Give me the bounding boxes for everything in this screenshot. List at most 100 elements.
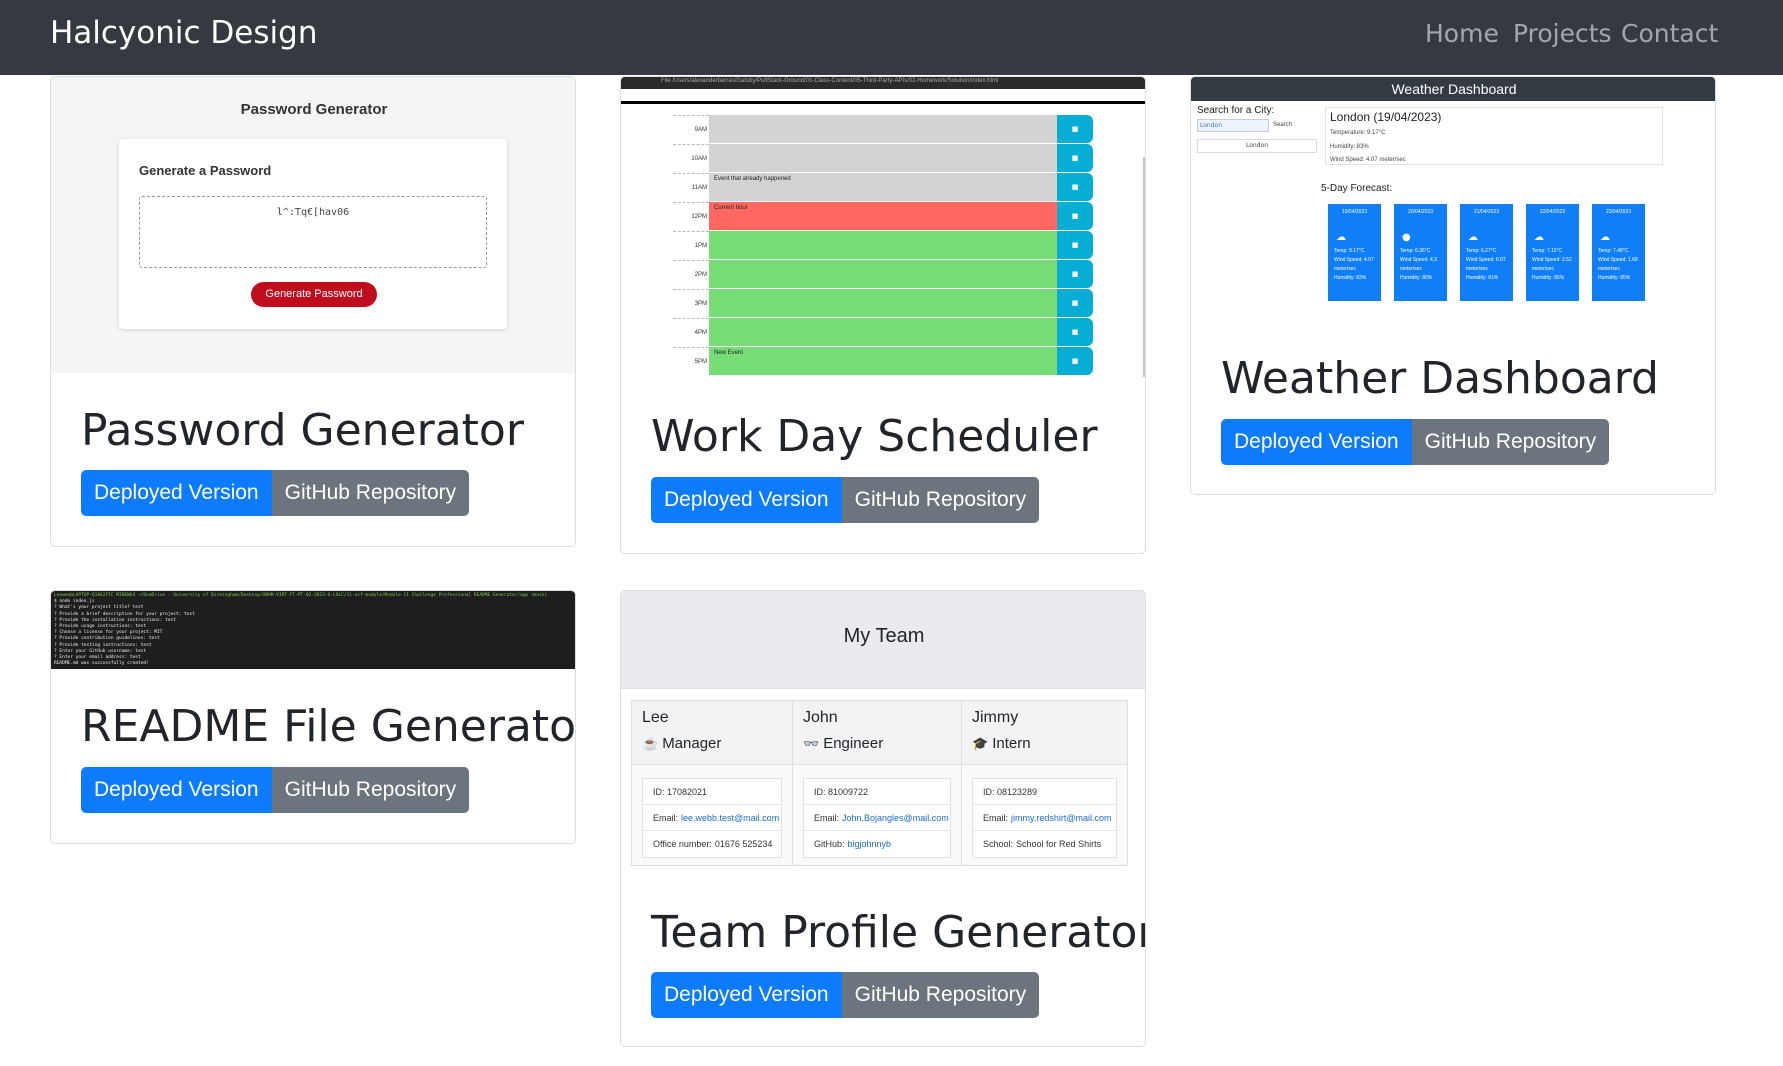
screenshot-forecast-date: 20/04/2023	[1407, 209, 1434, 215]
screenshot-event-text	[709, 318, 1057, 346]
github-repository-button[interactable]: GitHub Repository	[841, 972, 1040, 1018]
screenshot-forecast-card: 21/04/2023 ☁ Temp: 6.27°C Wind Speed: 6.07 …	[1460, 204, 1513, 301]
screenshot-terminal-line: ? Choose a license for your project: MIT	[54, 630, 163, 636]
screenshot-forecast-details: Temp: 7.11°C Wind Speed: 2.52 meter/sec Hu…	[1532, 247, 1576, 283]
screenshot-scrollbar	[1143, 157, 1145, 377]
screenshot-event-text	[709, 144, 1057, 172]
screenshot-email-link: jimmy.redshirt@mail.com	[1011, 813, 1112, 823]
screenshot-panel: Generate a Password l^:Tq€[hav06 Generat…	[119, 139, 507, 329]
screenshot-hour-label: 3PM	[673, 289, 709, 317]
screenshot-forecast-details: Temp: 9.17°C Wind Speed: 4.07 meter/sec Hu…	[1334, 247, 1378, 283]
screenshot-forecast-humidity: Humidity: 83%	[1334, 275, 1367, 281]
screenshot-member-email: Email: John.Bojangles@mail.com	[804, 805, 950, 831]
project-screenshot: Weather Dashboard Search for a City: Lon…	[1191, 77, 1715, 327]
screenshot-member-header: John 👓 Engineer	[793, 701, 961, 765]
screenshot-event-text	[709, 231, 1057, 259]
card-title: Team Profile Generator	[651, 907, 1146, 958]
screenshot-hour-label: 9AM	[673, 115, 709, 143]
screenshot-hour-label: 4PM	[673, 318, 709, 346]
screenshot-email-link: John.Bojangles@mail.com	[842, 813, 949, 823]
save-icon: ■	[1057, 115, 1093, 143]
screenshot-current-weather: London (19/04/2023) Temperature: 9.17°C …	[1325, 107, 1663, 165]
screenshot-terminal-line: ? Provide testing instructions: test	[54, 642, 152, 648]
screenshot-member-role-label: Intern	[992, 735, 1031, 752]
screenshot-member-role: 👓 Engineer	[803, 735, 883, 752]
screenshot-event-text: Current hour	[709, 202, 1057, 230]
deployed-version-button[interactable]: Deployed Version	[81, 767, 272, 813]
screenshot-member-name: Lee	[642, 709, 669, 726]
screenshot-hour-label: 5PM	[673, 347, 709, 375]
screenshot-hour-label: 11AM	[673, 173, 709, 201]
screenshot-forecast-humidity: Humidity: 81%	[1466, 275, 1499, 281]
nav-link-projects[interactable]: Projects	[1513, 19, 1612, 48]
screenshot-forecast-humidity: Humidity: 80%	[1400, 275, 1433, 281]
save-icon: ■	[1057, 260, 1093, 288]
screenshot-terminal-line: ? Enter your GitHub username: test	[54, 648, 147, 654]
screenshot-email-link: lee.webb.test@mail.com	[681, 813, 780, 823]
screenshot-divider	[621, 101, 1145, 104]
screenshot-hour-label: 1PM	[673, 231, 709, 259]
screenshot-hour-label: 10AM	[673, 144, 709, 172]
screenshot-member-card: John 👓 Engineer ID: 81009722 Email: John.Boja…	[792, 700, 962, 866]
screenshot-forecast-label: 5-Day Forecast:	[1321, 183, 1393, 194]
project-card-readme-generator: LeeweebLAPTOP-Q18A2FIC MINGW64 ~/OneDriv…	[50, 590, 576, 844]
screenshot-time-block: 3PM ■	[673, 289, 1093, 317]
card-title: Work Day Scheduler	[651, 411, 1098, 462]
screenshot-current-title: London (19/04/2023)	[1330, 110, 1442, 124]
screenshot-terminal-line: ? What's your project title? test	[54, 605, 144, 611]
deployed-version-button[interactable]: Deployed Version	[651, 972, 842, 1018]
deployed-version-button[interactable]: Deployed Version	[1221, 419, 1412, 465]
github-repository-button[interactable]: GitHub Repository	[271, 470, 470, 516]
screenshot-time-block: 1PM ■	[673, 231, 1093, 259]
screenshot-email-label: Email:	[983, 813, 1009, 823]
role-icon: 🎓	[972, 736, 989, 751]
project-screenshot: File /Users/alexanderbarras/Gatsby/PullS…	[621, 77, 1145, 379]
card-button-group: Deployed Version GitHub Repository	[651, 972, 1040, 1018]
save-icon: ■	[1057, 173, 1093, 201]
screenshot-event-text	[709, 289, 1057, 317]
nav-link-home[interactable]: Home	[1425, 19, 1499, 48]
screenshot-terminal-line: ? Provide the installation instructions:…	[54, 617, 176, 623]
screenshot-event-text	[709, 115, 1057, 143]
save-icon: ■	[1057, 289, 1093, 317]
screenshot-history-item: London	[1197, 139, 1317, 153]
brand-logo[interactable]: Halcyonic Design	[50, 15, 317, 51]
screenshot-password-area: l^:Tq€[hav06	[139, 196, 487, 268]
card-title: README File Generator	[81, 701, 576, 752]
save-icon: ■	[1057, 347, 1093, 375]
github-repository-button[interactable]: GitHub Repository	[841, 477, 1040, 523]
screenshot-forecast-wind: Wind Speed: 4.07 meter/sec	[1334, 257, 1374, 272]
project-screenshot: My Team Lee ☕ Manager ID: 17082021 Email: lee…	[621, 591, 1145, 881]
weather-icon: ☁	[1534, 232, 1544, 243]
screenshot-forecast-card: 23/04/2023 ☁ Temp: 7.48°C Wind Speed: 1.68 …	[1592, 204, 1645, 301]
screenshot-forecast-card: 19/04/2023 ☁ Temp: 9.17°C Wind Speed: 4.07 …	[1328, 204, 1381, 301]
screenshot-terminal-line: ? Enter your email address: test	[54, 655, 141, 660]
screenshot-member-card: Jimmy 🎓 Intern ID: 08123289 Email: jimmy.reds…	[961, 700, 1128, 866]
deployed-version-button[interactable]: Deployed Version	[651, 477, 842, 523]
screenshot-forecast-details: Temp: 6.36°C Wind Speed: 4.3 meter/sec Hum…	[1400, 247, 1444, 283]
screenshot-member-id: ID: 08123289	[973, 779, 1116, 805]
screenshot-member-name: Jimmy	[972, 709, 1019, 726]
screenshot-member-role: ☕ Manager	[642, 735, 721, 752]
screenshot-forecast-temp: Temp: 7.48°C	[1598, 248, 1629, 254]
github-repository-button[interactable]: GitHub Repository	[271, 767, 470, 813]
card-button-group: Deployed Version GitHub Repository	[651, 477, 1040, 523]
screenshot-time-block: 11AM Event that already happened ■	[673, 173, 1093, 201]
screenshot-terminal-line: README.md was successfully created!	[54, 661, 149, 667]
screenshot-forecast-wind: Wind Speed: 1.68 meter/sec	[1598, 257, 1638, 272]
screenshot-browser-bar: File /Users/alexanderbarras/Gatsby/PullS…	[621, 77, 1145, 89]
screenshot-member-role-label: Manager	[662, 735, 722, 752]
role-icon: ☕	[642, 736, 659, 751]
screenshot-terminal-line: ? Provide usage instructions: test	[54, 624, 147, 629]
project-card-team-profile-generator: My Team Lee ☕ Manager ID: 17082021 Email: lee…	[620, 590, 1146, 1047]
screenshot-terminal-line: LeeweebLAPTOP-Q18A2FIC MINGW64 ~/OneDriv…	[54, 593, 548, 598]
screenshot-terminal-line: ? Provide contribution guidelines: test	[54, 636, 160, 642]
github-repository-button[interactable]: GitHub Repository	[1411, 419, 1610, 465]
screenshot-extra-value: 01676 525234	[714, 839, 773, 849]
screenshot-heading: Password Generator	[240, 101, 388, 118]
nav-link-contact[interactable]: Contact	[1621, 19, 1718, 48]
deployed-version-button[interactable]: Deployed Version	[81, 470, 272, 516]
screenshot-heading: My Team	[843, 625, 925, 647]
screenshot-time-block: 5PM New Event ■	[673, 347, 1093, 375]
screenshot-subheading: Generate a Password	[139, 163, 272, 178]
